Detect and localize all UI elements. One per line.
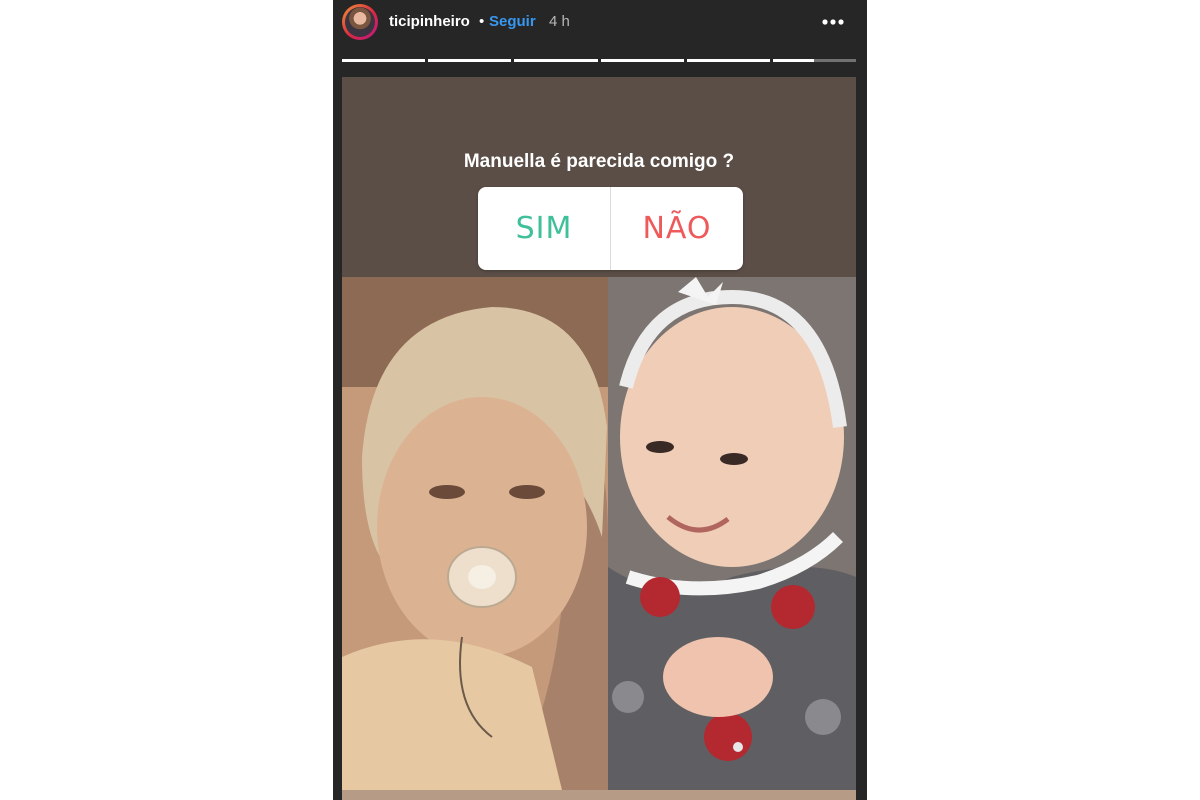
story-progress-bar	[342, 59, 857, 62]
poll-option-nao[interactable]: NÃO	[611, 187, 743, 270]
progress-segment	[600, 59, 684, 62]
poll-option-sim[interactable]: SIM	[478, 187, 611, 270]
progress-fill	[686, 59, 770, 62]
progress-segment	[514, 59, 598, 62]
story-footer-strip	[342, 790, 856, 800]
progress-fill	[428, 59, 512, 62]
username[interactable]: ticipinheiro	[389, 13, 470, 30]
separator-dot: •	[479, 13, 485, 30]
progress-fill	[600, 59, 684, 62]
progress-segment	[772, 59, 857, 62]
story-media[interactable]: Manuella é parecida comigo ? SIM NÃO	[342, 77, 856, 800]
poll-sticker: SIM NÃO	[478, 187, 743, 270]
progress-segment	[342, 59, 426, 62]
baby-photo-vintage	[342, 277, 608, 790]
story-header: ticipinheiro • Seguir 4 h	[333, 0, 867, 46]
baby-photo-recent	[608, 277, 856, 790]
follow-button[interactable]: Seguir	[489, 13, 536, 30]
photo-collage	[342, 277, 856, 790]
avatar-image	[345, 7, 375, 37]
poll-question: Manuella é parecida comigo ?	[463, 151, 735, 172]
profile-avatar[interactable]	[342, 4, 378, 40]
more-options-icon[interactable]	[819, 12, 847, 32]
progress-segment	[428, 59, 512, 62]
post-time: 4 h	[549, 13, 570, 30]
progress-segment	[686, 59, 770, 62]
progress-fill	[342, 59, 426, 62]
progress-fill	[514, 59, 598, 62]
progress-fill	[772, 59, 815, 62]
story-viewer: ticipinheiro • Seguir 4 h Manuella é par…	[333, 0, 867, 800]
